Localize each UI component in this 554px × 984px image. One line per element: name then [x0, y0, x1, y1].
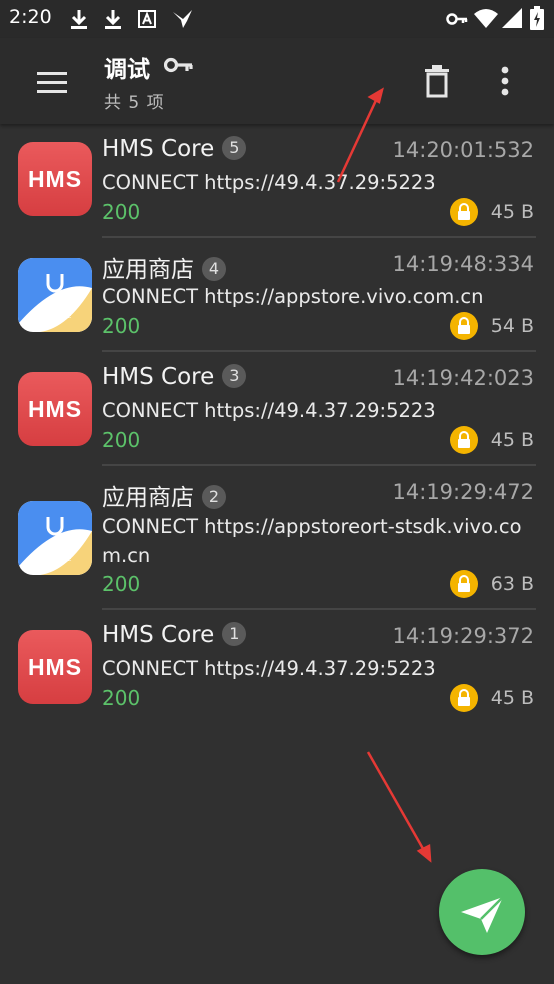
request-url: CONNECT https://49.4.37.29:5223	[102, 657, 436, 680]
response-size: 63 B	[490, 573, 534, 595]
request-row[interactable]: APP STORE 应用商店 4 14:19:48:334 CONNECT htt…	[0, 238, 554, 352]
svg-text:APP STORE: APP STORE	[38, 556, 72, 563]
send-icon	[461, 896, 504, 933]
app-bar: 调试 共 5 项	[0, 38, 554, 124]
delete-icon	[425, 65, 449, 98]
request-time: 14:19:29:372	[392, 624, 534, 648]
request-time: 14:19:29:472	[392, 480, 534, 504]
response-size: 45 B	[490, 429, 534, 451]
status-code: 200	[102, 686, 141, 710]
annotation-arrow-line	[366, 751, 428, 855]
font-icon	[138, 10, 156, 28]
hms-app-icon: HMS	[18, 372, 92, 446]
request-count-badge: 2	[202, 485, 226, 509]
request-count-badge: 5	[222, 136, 247, 160]
annotation-arrow-head	[416, 844, 432, 863]
request-url: CONNECT https://appstore.vivo.com.cn	[102, 285, 484, 308]
status-code: 200	[102, 572, 141, 596]
item-count: 共 5 项	[104, 93, 165, 113]
request-row[interactable]: APP STORE 应用商店 2 14:19:29:472 CONNECT htt…	[0, 466, 554, 610]
key-icon	[164, 57, 193, 73]
request-row[interactable]: HMS HMS Core 3 14:19:42:023 CONNECT https…	[0, 352, 554, 466]
request-count-badge: 4	[202, 257, 226, 281]
request-url: CONNECT https://49.4.37.29:5223	[102, 171, 436, 194]
appstore-app-icon: APP STORE	[18, 258, 92, 332]
battery-icon	[530, 6, 544, 30]
lock-icon	[450, 312, 478, 340]
status-bar: 2:20	[0, 0, 554, 38]
lock-icon	[450, 198, 478, 226]
appstore-app-icon: APP STORE	[18, 501, 92, 575]
status-time: 2:20	[9, 6, 52, 28]
download-icon	[71, 10, 87, 29]
more-vert-icon	[501, 66, 509, 96]
status-code: 200	[102, 314, 141, 338]
lock-icon	[450, 570, 478, 598]
app-name: 应用商店 2	[102, 478, 226, 512]
request-row[interactable]: HMS HMS Core 5 14:20:01:532 CONNECT https…	[0, 124, 554, 238]
response-size: 45 B	[490, 687, 534, 709]
delete-button[interactable]	[420, 62, 454, 102]
status-code: 200	[102, 200, 141, 224]
request-count-badge: 1	[222, 622, 247, 646]
download-icon	[105, 10, 121, 29]
send-request-button[interactable]	[439, 869, 525, 955]
page-title: 调试	[104, 57, 150, 83]
menu-icon	[37, 72, 67, 93]
hms-app-icon: HMS	[18, 142, 92, 216]
app-name: HMS Core 5	[102, 136, 247, 162]
menu-button[interactable]	[30, 64, 72, 100]
lock-icon	[450, 426, 478, 454]
request-list: HMS HMS Core 5 14:20:01:532 CONNECT https…	[0, 124, 554, 724]
signal-icon	[502, 8, 522, 28]
lock-icon	[450, 684, 478, 712]
request-url: CONNECT https://49.4.37.29:5223	[102, 399, 436, 422]
wifi-icon	[474, 9, 498, 28]
bird-icon	[173, 10, 192, 28]
app-name: HMS Core 1	[102, 622, 247, 648]
request-url: CONNECT https://appstoreort-stsdk.vivo.c…	[102, 515, 522, 567]
response-size: 45 B	[490, 201, 534, 223]
more-options-button[interactable]	[490, 62, 520, 102]
status-code: 200	[102, 428, 141, 452]
request-count-badge: 3	[222, 364, 247, 388]
key-icon	[446, 13, 468, 25]
request-row[interactable]: HMS HMS Core 1 14:19:29:372 CONNECT https…	[0, 610, 554, 724]
app-name: 应用商店 4	[102, 250, 226, 284]
response-size: 54 B	[490, 315, 534, 337]
app-name: HMS Core 3	[102, 364, 247, 390]
request-time: 14:19:42:023	[392, 366, 534, 390]
hms-app-icon: HMS	[18, 630, 92, 704]
request-time: 14:20:01:532	[392, 138, 534, 162]
request-time: 14:19:48:334	[392, 252, 534, 276]
svg-text:APP STORE: APP STORE	[38, 313, 72, 320]
